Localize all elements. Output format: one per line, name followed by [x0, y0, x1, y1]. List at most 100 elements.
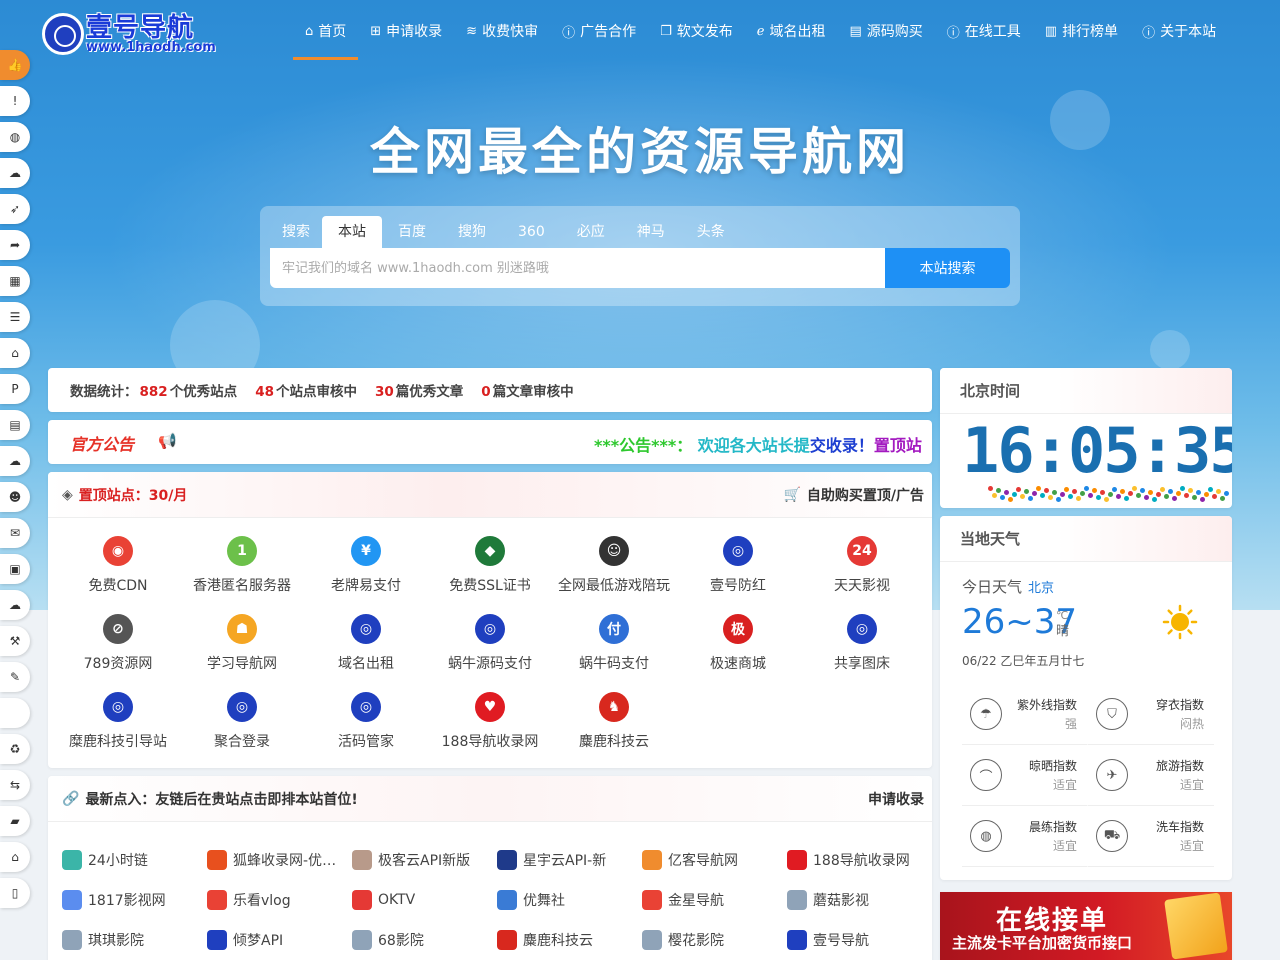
- buy-top-link[interactable]: 🛒 自助购买置顶/广告: [783, 485, 924, 505]
- top-site-item[interactable]: 付蜗牛码支付: [552, 610, 676, 688]
- weather-city[interactable]: 北京: [1028, 581, 1054, 596]
- site-logo[interactable]: 壹号导航 www.1haodh.com: [42, 10, 216, 58]
- search-tab-7[interactable]: 头条: [681, 216, 741, 248]
- top-site-item[interactable]: 极极速商城: [676, 610, 800, 688]
- top-site-item[interactable]: ☺ 全网最低游戏陪玩: [552, 532, 676, 610]
- rocket-icon[interactable]: ➶: [0, 194, 30, 224]
- top-site-item[interactable]: ☗ 学习导航网: [180, 610, 304, 688]
- notice-marquee[interactable]: ***公告***： 欢迎各大站长提交收录！置顶站: [594, 432, 932, 454]
- shopping-bag-icon[interactable]: ▰: [0, 806, 30, 836]
- top-site-item[interactable]: ◎ 域名出租: [304, 610, 428, 688]
- top-site-item[interactable]: ◎ 共享图床: [800, 610, 924, 688]
- search-tab-4[interactable]: 360: [502, 216, 561, 248]
- wrench-icon[interactable]: ✎: [0, 662, 30, 692]
- latest-link-name: 壹号导航: [813, 933, 869, 949]
- latest-link-item[interactable]: 乐看vlog: [207, 880, 352, 920]
- nav-icon: ❐: [660, 23, 672, 39]
- thumbs-up-icon[interactable]: 👍: [0, 50, 30, 80]
- latest-link-item[interactable]: 极客云API新版: [352, 840, 497, 880]
- nav-item-0[interactable]: ⌂ 首页: [293, 0, 359, 62]
- ad-banner[interactable]: 在线接单 主流发卡平台加密货币接口: [940, 892, 1232, 960]
- top-site-name: 789资源网: [83, 656, 153, 672]
- nav-icon: ⊞: [370, 23, 382, 39]
- cloud-alt-icon[interactable]: ☁: [0, 590, 30, 620]
- gavel-icon[interactable]: ⚒: [0, 626, 30, 656]
- top-site-item[interactable]: ◉ 免费CDN: [56, 532, 180, 610]
- top-site-item[interactable]: ◎ 糜鹿科技引导站: [56, 688, 180, 766]
- users-icon[interactable]: ☻: [0, 482, 30, 512]
- weather-index-item: ⛟ 洗车指数 适宜: [1088, 806, 1214, 867]
- top-site-item[interactable]: ◆ 免费SSL证书: [428, 532, 552, 610]
- nav-icon: ⌂: [305, 23, 314, 39]
- latest-link-item[interactable]: 1817影视网: [62, 880, 207, 920]
- top-site-item[interactable]: ◎ 蜗牛源码支付: [428, 610, 552, 688]
- file-icon[interactable]: ▯: [0, 878, 30, 908]
- latest-link-item[interactable]: 麋鹿科技云: [497, 920, 642, 960]
- search-button[interactable]: 本站搜索: [885, 248, 1010, 288]
- share-icon[interactable]: ➦: [0, 230, 30, 260]
- handshake-icon[interactable]: ⇆: [0, 770, 30, 800]
- latest-link-item[interactable]: 倾梦API: [207, 920, 352, 960]
- nav-item-1[interactable]: ⊞ 申请收录: [358, 0, 454, 62]
- top-site-item[interactable]: ◎ 壹号防红: [676, 532, 800, 610]
- top-site-item[interactable]: ♞ 麋鹿科技云: [552, 688, 676, 766]
- latest-link-item[interactable]: 星宇云API-新: [497, 840, 642, 880]
- search-tab-5[interactable]: 必应: [561, 216, 621, 248]
- nav-item-4[interactable]: ❐ 软文发布: [648, 0, 745, 62]
- avatar-icon: ☺: [599, 536, 629, 566]
- nav-item-7[interactable]: ⓘ 在线工具: [935, 0, 1033, 62]
- top-sites-header: ◈ 置顶站点：30/月 🛒 自助购买置顶/广告: [48, 472, 932, 518]
- top-site-item[interactable]: 24 天天影视: [800, 532, 924, 610]
- latest-link-item[interactable]: 樱花影院: [642, 920, 787, 960]
- cloud-download-icon[interactable]: ☁: [0, 446, 30, 476]
- nav-item-5[interactable]: ℯ 域名出租: [745, 0, 838, 62]
- latest-link-item[interactable]: 68影院: [352, 920, 497, 960]
- book-icon[interactable]: ▤: [0, 410, 30, 440]
- top-site-item[interactable]: ⊘ 789资源网: [56, 610, 180, 688]
- nav-item-8[interactable]: ▥ 排行榜单: [1033, 0, 1130, 62]
- top-site-item[interactable]: ◎ 聚合登录: [180, 688, 304, 766]
- top-site-item[interactable]: ¥ 老牌易支付: [304, 532, 428, 610]
- hero-title: 全网最全的资源导航网: [370, 123, 910, 181]
- database-icon[interactable]: ☰: [0, 302, 30, 332]
- blank-icon[interactable]: [0, 698, 30, 728]
- search-tab-2[interactable]: 百度: [382, 216, 442, 248]
- search-tab-6[interactable]: 神马: [621, 216, 681, 248]
- clock-dot: [1144, 495, 1149, 500]
- comments-icon[interactable]: ✉: [0, 518, 30, 548]
- latest-link-item[interactable]: 24小时链: [62, 840, 207, 880]
- nav-item-9[interactable]: ⓘ 关于本站: [1130, 0, 1228, 62]
- notice-text-4: 置顶站: [873, 436, 922, 454]
- archive-icon[interactable]: ▣: [0, 554, 30, 584]
- latest-link-item[interactable]: 金星导航: [642, 880, 787, 920]
- paypal-icon[interactable]: P: [0, 374, 30, 404]
- latest-link-item[interactable]: 蘑菇影视: [787, 880, 932, 920]
- bank-icon[interactable]: ⌂: [0, 338, 30, 368]
- top-site-item[interactable]: 1 香港匿名服务器: [180, 532, 304, 610]
- apply-link[interactable]: 申请收录: [868, 789, 924, 809]
- search-tab-3[interactable]: 搜狗: [442, 216, 502, 248]
- institution-icon[interactable]: ⌂: [0, 842, 30, 872]
- latest-link-item[interactable]: 亿客导航网: [642, 840, 787, 880]
- nav-item-6[interactable]: ▤ 源码购买: [837, 0, 934, 62]
- latest-link-item[interactable]: 188导航收录网: [787, 840, 932, 880]
- chrome-icon: ◉: [103, 536, 133, 566]
- search-input[interactable]: [270, 248, 885, 288]
- latest-link-item[interactable]: OKTV: [352, 880, 497, 920]
- film-icon[interactable]: ▦: [0, 266, 30, 296]
- latest-link-item[interactable]: 优舞社: [497, 880, 642, 920]
- latest-link-item[interactable]: 狐蜂收录网-优质网站: [207, 840, 352, 880]
- nav-item-3[interactable]: ⓘ 广告合作: [550, 0, 648, 62]
- recycle-icon[interactable]: ♻: [0, 734, 30, 764]
- latest-link-item[interactable]: 壹号导航: [787, 920, 932, 960]
- clock-dot: [1060, 492, 1065, 497]
- clock-dot: [1112, 487, 1117, 492]
- latest-link-item[interactable]: 琪琪影院: [62, 920, 207, 960]
- top-site-item[interactable]: ♥ 188导航收录网: [428, 688, 552, 766]
- stats-articles: 30 篇优秀文章: [373, 380, 463, 400]
- nav-item-2[interactable]: ≋ 收费快审: [454, 0, 550, 62]
- top-site-item[interactable]: ◎ 活码管家: [304, 688, 428, 766]
- clock-dot: [1044, 488, 1049, 493]
- clock-dot: [1088, 493, 1093, 498]
- search-tab-1[interactable]: 本站: [322, 216, 382, 248]
